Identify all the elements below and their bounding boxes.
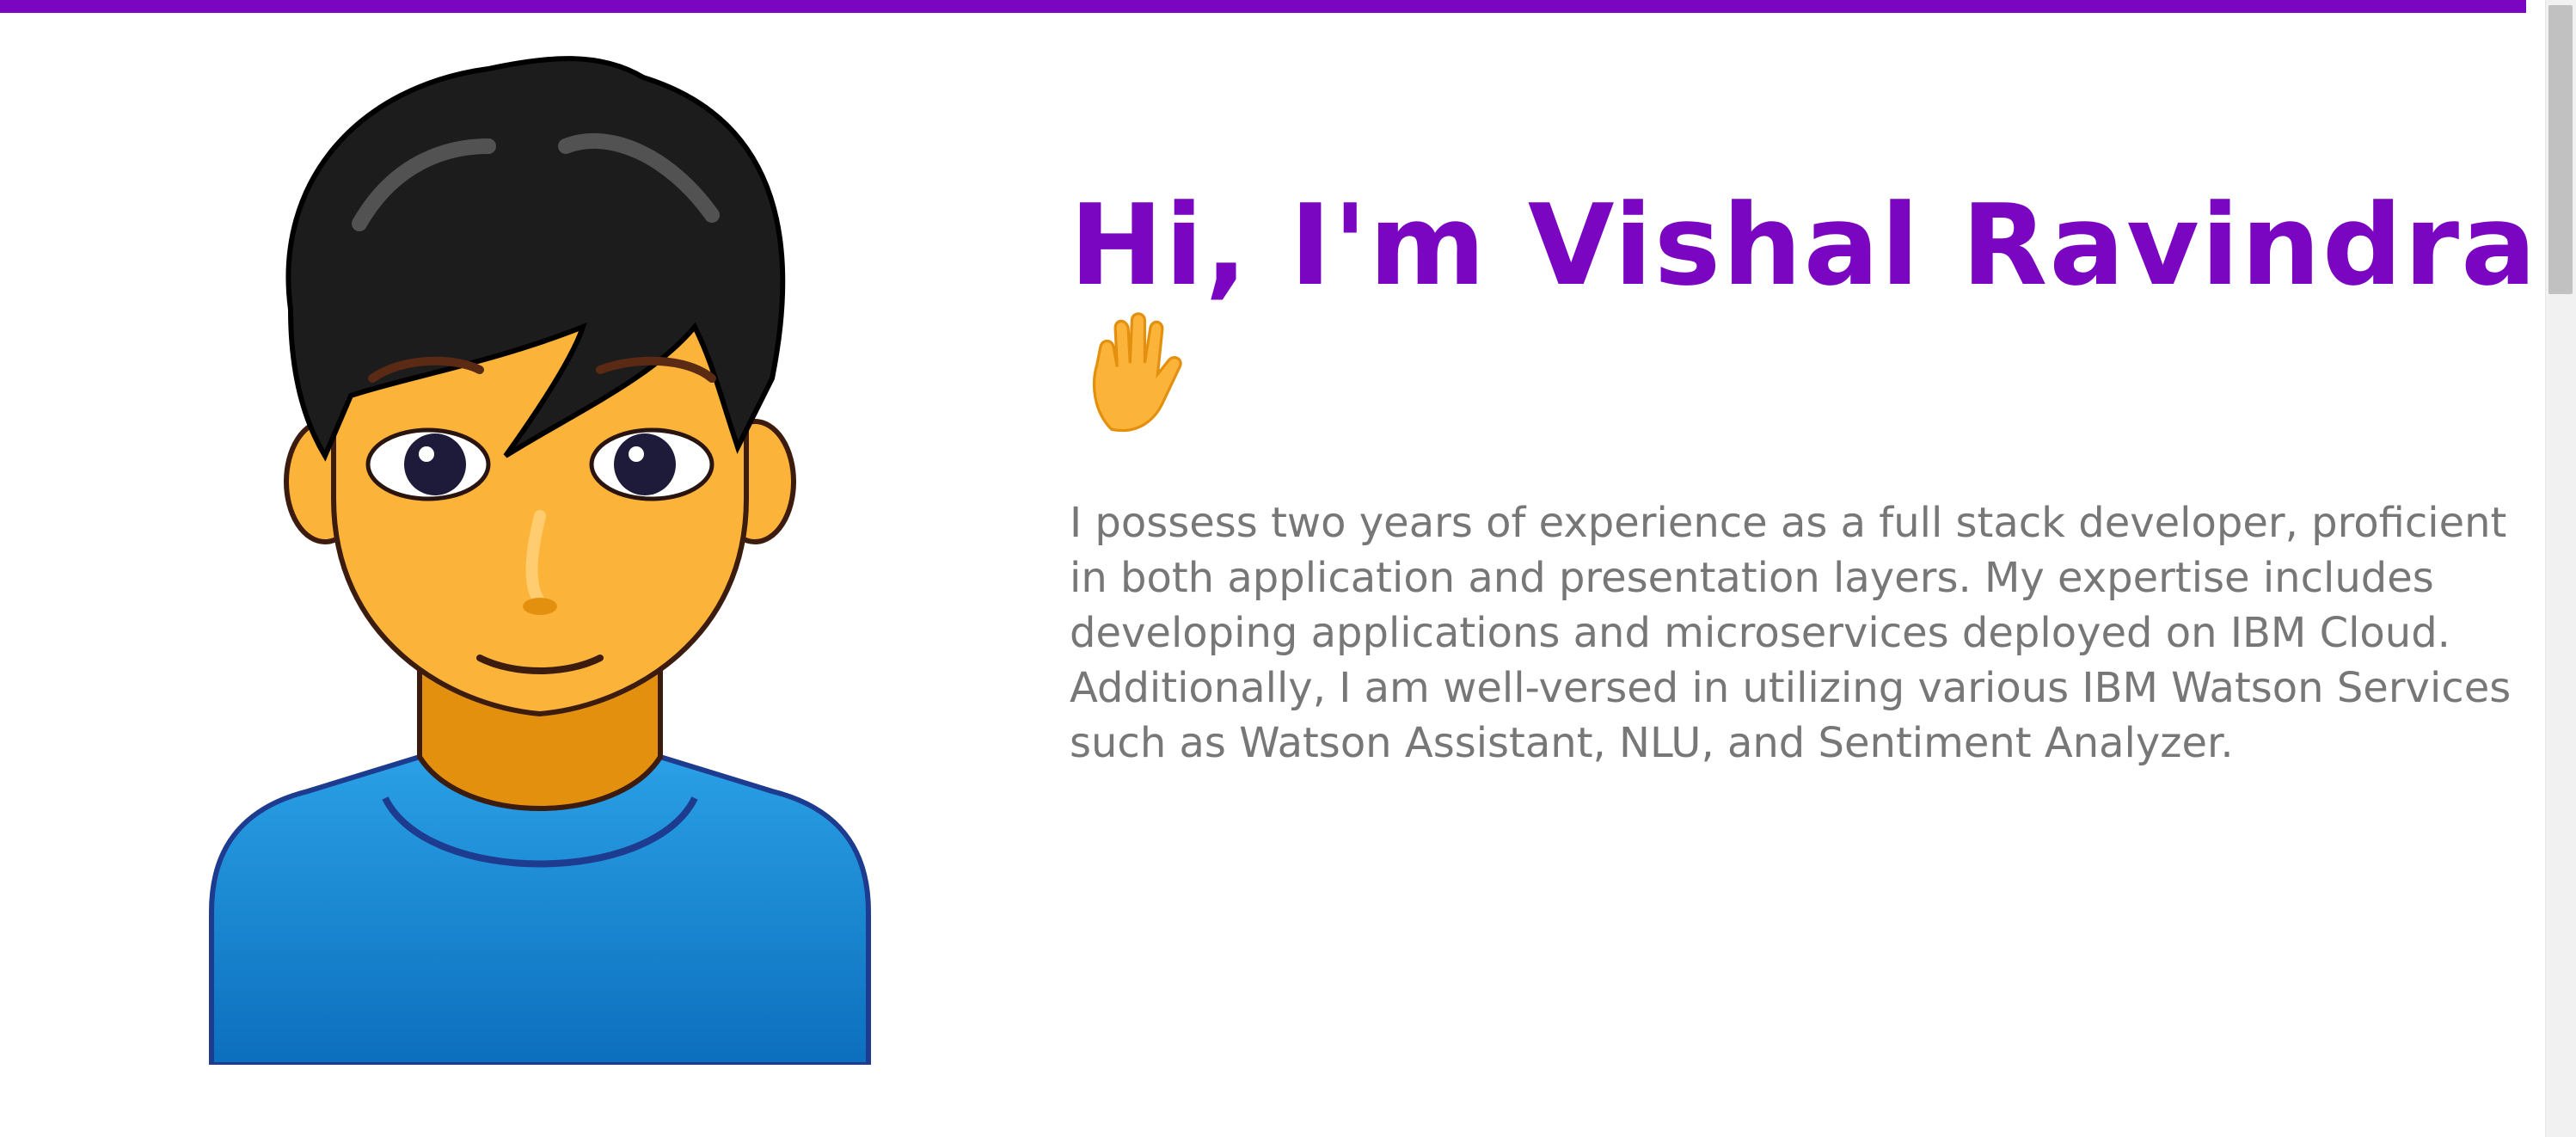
waving-hand-icon [1083,310,1195,439]
scrollbar-thumb[interactable] [2548,5,2573,294]
avatar-icon [209,56,871,1065]
accent-top-bar [0,0,2526,13]
vertical-scrollbar[interactable] [2545,0,2576,1137]
bio-paragraph: I possess two years of experience as a f… [1070,499,2512,767]
avatar-illustration [205,52,875,1065]
portfolio-page: Hi, I'm Vishal Ravindran! I possess two … [0,0,2576,1137]
intro-section: Hi, I'm Vishal Ravindran! I possess two … [1070,180,2576,771]
page-title: Hi, I'm Vishal Ravindran! [1070,180,2576,310]
